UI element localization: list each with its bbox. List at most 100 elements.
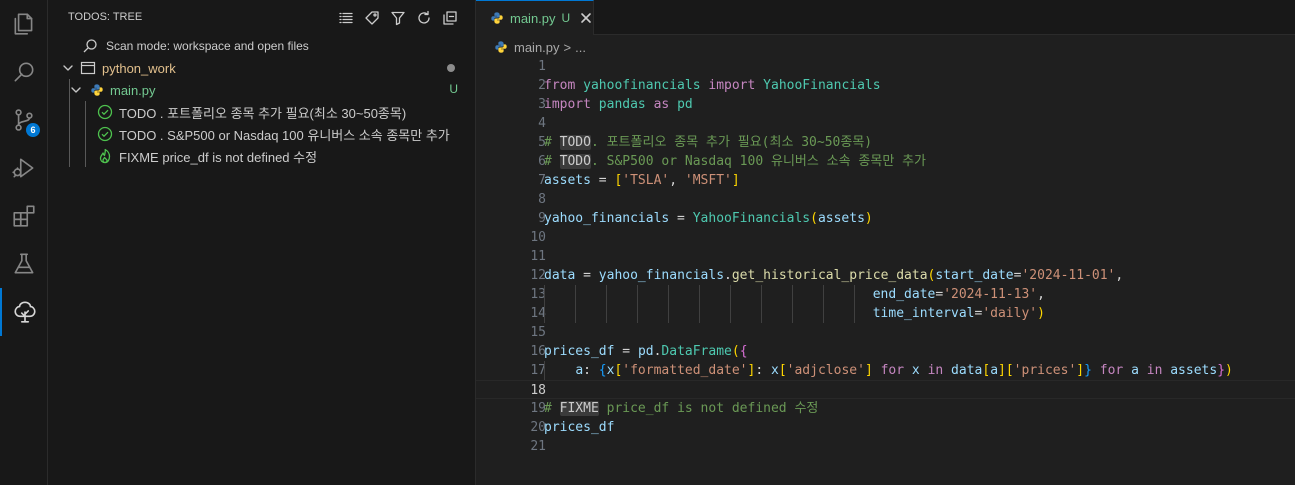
code-token: [ bbox=[1005, 363, 1014, 378]
code-token: DataFrame bbox=[661, 344, 732, 359]
line-number: 21 bbox=[530, 439, 546, 454]
sidebar-header: TODOS: TREE bbox=[48, 0, 476, 35]
code-token: YahooFinancials bbox=[763, 78, 881, 93]
code-token: prices_df bbox=[544, 420, 615, 435]
code-line-current: 18 bbox=[476, 380, 1295, 399]
code-token: yahoo_financials bbox=[598, 268, 725, 283]
code-token: = bbox=[669, 211, 693, 226]
activity-bar: 6 bbox=[0, 0, 48, 485]
line-number: 20 bbox=[530, 420, 546, 435]
breadcrumb-symbols[interactable]: ... bbox=[575, 40, 586, 55]
code-token: ( bbox=[810, 211, 818, 226]
chevron-down-icon bbox=[60, 60, 76, 76]
line-number: 18 bbox=[530, 383, 546, 398]
testing-icon[interactable] bbox=[0, 240, 48, 288]
todo-item[interactable]: TODO . S&P500 or Nasdaq 100 유니버스 소속 종목만 … bbox=[48, 123, 475, 145]
python-file-icon bbox=[490, 11, 504, 25]
code-token: 'TSLA' bbox=[622, 173, 670, 188]
code-line: 15 bbox=[476, 323, 1295, 342]
code-token: ] bbox=[731, 173, 740, 188]
filter-icon[interactable] bbox=[388, 8, 408, 28]
list-view-icon[interactable] bbox=[336, 8, 356, 28]
fixme-item[interactable]: FIXME price_df is not defined 수정 bbox=[48, 145, 475, 167]
code-token: pd bbox=[677, 97, 693, 112]
code-token: import bbox=[708, 78, 756, 93]
line-number: 8 bbox=[538, 192, 546, 207]
python-file-icon bbox=[494, 40, 508, 54]
scan-mode-label: Scan mode: workspace and open files bbox=[106, 39, 309, 53]
code-token: ) bbox=[864, 211, 873, 226]
code-token: { bbox=[739, 344, 748, 359]
close-icon[interactable] bbox=[578, 10, 593, 26]
tag-icon[interactable] bbox=[362, 8, 382, 28]
code-token: assets bbox=[817, 211, 865, 226]
code-token: . 포트폴리오 종목 추가 필요(최소 30~50종목) bbox=[590, 135, 873, 150]
line-number: 19 bbox=[530, 401, 546, 416]
run-debug-icon[interactable] bbox=[0, 144, 48, 192]
code-token: in bbox=[1146, 363, 1163, 378]
code-line: 9 yahoo_financials = YahooFinancials(asse… bbox=[476, 209, 1295, 228]
todo-tree-sidebar: TODOS: TREE Scan mode: workspace and ope… bbox=[48, 0, 476, 485]
code-line: 5 # TODO. 포트폴리오 종목 추가 필요(최소 30~50종목) bbox=[476, 133, 1295, 152]
breadcrumb: main.py > ... bbox=[494, 37, 586, 57]
code-token: ) bbox=[1225, 363, 1233, 378]
line-number: 6 bbox=[538, 154, 546, 169]
code-token: } bbox=[1217, 363, 1226, 378]
code-token: for bbox=[1099, 363, 1124, 378]
code-token: [ bbox=[778, 363, 787, 378]
code-token: : bbox=[583, 363, 599, 378]
scan-mode-row[interactable]: Scan mode: workspace and open files bbox=[48, 35, 475, 57]
check-circle-icon bbox=[97, 104, 113, 120]
tab-bar: main.py U bbox=[476, 0, 1295, 35]
code-token: # bbox=[544, 135, 560, 150]
code-token: '2024-11-13' bbox=[943, 287, 1038, 302]
tab-main-py[interactable]: main.py U bbox=[476, 0, 594, 35]
tree-folder-python-work[interactable]: python_work bbox=[48, 57, 475, 79]
todo-item[interactable]: TODO . 포트폴리오 종목 추가 필요(최소 30~50종목) bbox=[48, 101, 475, 123]
code-token: price_df is not defined 수정 bbox=[598, 401, 819, 416]
code-token: ) bbox=[1037, 306, 1045, 321]
explorer-icon[interactable] bbox=[0, 0, 48, 48]
code-token: data bbox=[951, 363, 983, 378]
code-token: . bbox=[724, 268, 732, 283]
code-token: assets bbox=[1170, 363, 1218, 378]
code-line: 20 prices_df bbox=[476, 418, 1295, 437]
code-line: 17 a: {x['formatted_date']: x['adjclose'… bbox=[476, 361, 1295, 380]
code-token: { bbox=[598, 363, 607, 378]
code-token: yahoo_financials bbox=[544, 211, 670, 226]
code-token: yahoofinancials bbox=[583, 78, 701, 93]
line-number: 3 bbox=[538, 97, 546, 112]
source-control-icon[interactable]: 6 bbox=[0, 96, 48, 144]
line-number: 14 bbox=[530, 306, 546, 321]
code-token: ] bbox=[1076, 363, 1085, 378]
sidebar-title: TODOS: TREE bbox=[68, 11, 143, 23]
code-line: 3 import pandas as pd bbox=[476, 95, 1295, 114]
code-line: 10 bbox=[476, 228, 1295, 247]
refresh-icon[interactable] bbox=[414, 8, 434, 28]
code-token: 'prices' bbox=[1013, 363, 1077, 378]
code-line: 6 # TODO. S&P500 or Nasdaq 100 유니버스 소속 종목… bbox=[476, 152, 1295, 171]
todo-tag: TODO bbox=[559, 135, 591, 150]
code-editor[interactable]: 1 2 from yahoofinancials import YahooFina… bbox=[476, 57, 1295, 456]
code-line: 2 from yahoofinancials import YahooFinanc… bbox=[476, 76, 1295, 95]
search-icon[interactable] bbox=[0, 48, 48, 96]
file-label: main.py bbox=[110, 82, 156, 98]
code-token: prices_df bbox=[544, 344, 615, 359]
line-number: 2 bbox=[538, 78, 546, 93]
collapse-all-icon[interactable] bbox=[440, 8, 460, 28]
fixme-item-label: FIXME price_df is not defined 수정 bbox=[119, 149, 318, 165]
fixme-tag: FIXME bbox=[559, 401, 599, 416]
extensions-icon[interactable] bbox=[0, 192, 48, 240]
code-token: , bbox=[1037, 287, 1045, 302]
todo-tree-icon[interactable] bbox=[0, 288, 48, 336]
breadcrumb-file[interactable]: main.py bbox=[514, 40, 560, 55]
tree-file-main-py[interactable]: main.py U bbox=[48, 79, 475, 101]
code-token: import bbox=[544, 97, 591, 112]
